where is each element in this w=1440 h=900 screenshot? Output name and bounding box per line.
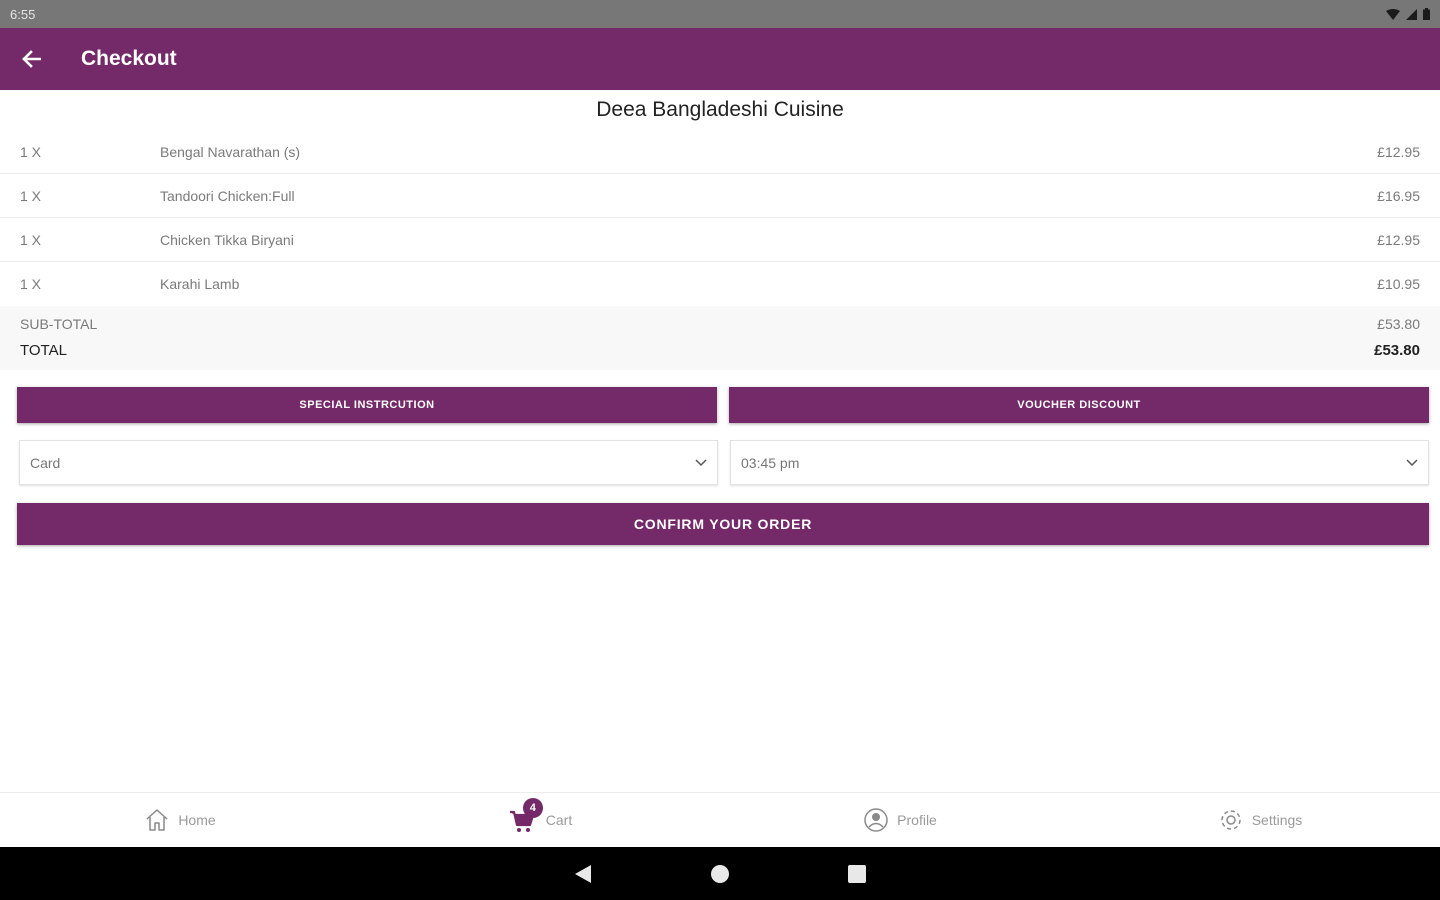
nav-label-home: Home xyxy=(178,812,216,828)
nav-item-settings[interactable]: Settings xyxy=(1080,793,1440,847)
nav-item-home[interactable]: Home xyxy=(0,793,360,847)
chevron-down-icon xyxy=(695,458,707,466)
nav-item-profile[interactable]: Profile xyxy=(720,793,1080,847)
arrow-left-icon xyxy=(22,50,41,68)
delivery-time-select[interactable]: 03:45 pm xyxy=(730,440,1429,485)
item-quantity: 1 X xyxy=(20,143,42,160)
signal-icon xyxy=(1406,8,1417,20)
bottom-nav: Home 4 Cart Profile Settings xyxy=(0,792,1440,847)
nav-item-cart[interactable]: 4 Cart xyxy=(360,793,720,847)
payment-method-value: Card xyxy=(30,454,61,471)
back-triangle-icon[interactable] xyxy=(574,864,592,884)
item-name: Chicken Tikka Biryani xyxy=(160,231,294,248)
order-item-row: 1 X Bengal Navarathan (s) £12.95 xyxy=(0,130,1440,174)
confirm-wrap: CONFIRM YOUR ORDER xyxy=(0,503,1440,545)
order-items-list: 1 X Bengal Navarathan (s) £12.95 1 X Tan… xyxy=(0,130,1440,306)
item-name: Bengal Navarathan (s) xyxy=(160,143,301,160)
profile-icon xyxy=(864,808,888,832)
item-name: Karahi Lamb xyxy=(160,276,240,292)
item-quantity: 1 X xyxy=(20,231,42,248)
page-title: Checkout xyxy=(81,47,177,70)
status-icons xyxy=(1386,8,1430,20)
total-row: TOTAL £53.80 xyxy=(20,337,1420,364)
item-price: £10.95 xyxy=(1377,276,1420,292)
order-totals: SUB-TOTAL £53.80 TOTAL £53.80 xyxy=(0,306,1440,370)
special-instruction-button[interactable]: SPECIAL INSTRCUTION xyxy=(17,387,717,423)
item-price: £12.95 xyxy=(1377,143,1420,160)
total-label: TOTAL xyxy=(20,342,67,359)
nav-label-cart: Cart xyxy=(545,812,573,828)
restaurant-name: Deea Bangladeshi Cuisine xyxy=(596,98,844,121)
home-circle-icon[interactable] xyxy=(710,864,730,884)
home-icon xyxy=(146,809,168,831)
action-buttons: SPECIAL INSTRCUTION VOUCHER DISCOUNT xyxy=(0,387,1440,423)
subtotal-label: SUB-TOTAL xyxy=(20,315,98,332)
order-options: Card 03:45 pm xyxy=(0,440,1440,485)
subtotal-value: £53.80 xyxy=(1377,315,1420,332)
back-button[interactable] xyxy=(0,28,62,90)
item-price: £12.95 xyxy=(1377,231,1420,248)
status-time: 6:55 xyxy=(10,6,36,22)
item-price: £16.95 xyxy=(1377,187,1420,204)
checkout-content: Deea Bangladeshi Cuisine 1 X Bengal Nava… xyxy=(0,90,1440,545)
recents-square-icon[interactable] xyxy=(848,864,866,883)
total-value: £53.80 xyxy=(1374,342,1420,359)
item-quantity: 1 X xyxy=(20,187,42,204)
wifi-icon xyxy=(1386,8,1400,20)
subtotal-row: SUB-TOTAL £53.80 xyxy=(20,310,1420,337)
order-item-row: 1 X Tandoori Chicken:Full £16.95 xyxy=(0,174,1440,218)
cart-icon-wrap: 4 xyxy=(508,798,543,834)
item-name: Tandoori Chicken:Full xyxy=(160,187,295,204)
nav-label-profile: Profile xyxy=(897,812,937,828)
item-quantity: 1 X xyxy=(20,276,42,292)
payment-method-select[interactable]: Card xyxy=(19,440,718,485)
voucher-discount-button[interactable]: VOUCHER DISCOUNT xyxy=(729,387,1429,423)
order-item-row: 1 X Karahi Lamb £10.95 xyxy=(0,262,1440,306)
chevron-down-icon xyxy=(1406,458,1418,466)
confirm-order-button[interactable]: CONFIRM YOUR ORDER xyxy=(17,503,1429,545)
order-item-row: 1 X Chicken Tikka Biryani £12.95 xyxy=(0,218,1440,262)
app-bar: Checkout xyxy=(0,28,1440,90)
system-nav-bar xyxy=(0,847,1440,900)
gear-icon xyxy=(1220,810,1241,830)
cart-badge: 4 xyxy=(522,798,543,818)
nav-label-settings: Settings xyxy=(1251,812,1303,828)
delivery-time-value: 03:45 pm xyxy=(741,454,800,471)
battery-icon xyxy=(1423,8,1430,20)
status-bar: 6:55 xyxy=(0,0,1440,28)
